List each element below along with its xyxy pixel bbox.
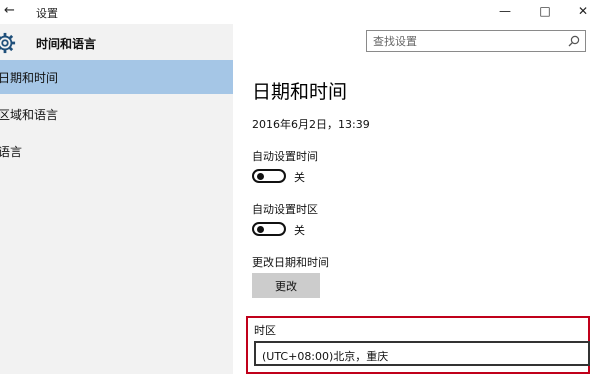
- auto-time-row: 关: [252, 167, 372, 187]
- auto-timezone-row: 关: [252, 220, 372, 240]
- auto-time-label: 自动设置时间: [252, 150, 318, 163]
- auto-time-state: 关: [294, 171, 305, 184]
- auto-timezone-toggle[interactable]: [252, 222, 286, 236]
- timezone-value: (UTC+08:00)北京，重庆: [262, 350, 389, 363]
- sidebar-item-date-time[interactable]: 日期和时间: [0, 60, 233, 94]
- sidebar-item-label: 区域和语言: [0, 108, 59, 122]
- maximize-icon[interactable]: □: [530, 2, 560, 20]
- timezone-select[interactable]: (UTC+08:00)北京，重庆: [254, 341, 590, 366]
- title-bar: ← 设置 — □ ✕: [0, 0, 590, 24]
- sidebar-item-label: 日期和时间: [0, 71, 59, 85]
- timezone-label: 时区: [254, 324, 276, 337]
- change-button[interactable]: 更改: [252, 273, 320, 298]
- sidebar-item-label: 语言: [0, 145, 23, 159]
- sidebar-header: 时间和语言: [0, 32, 233, 54]
- auto-timezone-label: 自动设置时区: [252, 203, 318, 216]
- close-icon[interactable]: ✕: [568, 2, 590, 20]
- main-content: 日期和时间 2016年6月2日，13:39 自动设置时间 关 自动设置时区 关 …: [233, 24, 590, 374]
- window-title: 设置: [36, 7, 58, 20]
- sidebar-item-speech[interactable]: 语言: [0, 134, 233, 168]
- toggle-knob: [257, 226, 264, 233]
- timezone-highlight: 时区 (UTC+08:00)北京，重庆: [246, 316, 590, 374]
- arrow-left-icon[interactable]: ←: [4, 3, 15, 19]
- gear-icon: [0, 32, 16, 54]
- sidebar-item-region-language[interactable]: 区域和语言: [0, 97, 233, 131]
- minimize-icon[interactable]: —: [490, 2, 520, 20]
- current-datetime: 2016年6月2日，13:39: [252, 118, 370, 131]
- change-datetime-label: 更改日期和时间: [252, 256, 329, 269]
- auto-time-toggle[interactable]: [252, 169, 286, 183]
- sidebar-title: 时间和语言: [36, 37, 97, 51]
- page-title: 日期和时间: [252, 81, 348, 103]
- auto-timezone-state: 关: [294, 224, 305, 237]
- toggle-knob: [257, 173, 264, 180]
- sidebar: 时间和语言 日期和时间 区域和语言 语言: [0, 24, 233, 374]
